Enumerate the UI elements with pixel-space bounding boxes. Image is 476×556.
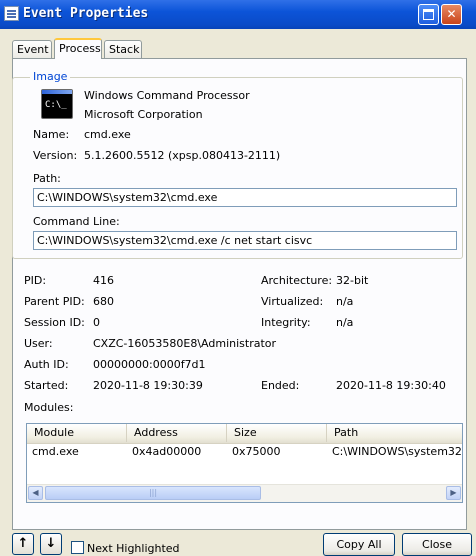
pid-value: 416 [93,274,114,287]
next-highlighted-checkbox[interactable] [71,541,84,554]
version-label: Version: [33,149,78,162]
session-id-value: 0 [93,316,100,329]
title-bar: Event Properties ✕ [0,0,476,29]
size-cell: 0x75000 [232,445,281,458]
pid-label: PID: [24,274,47,287]
modules-list[interactable]: Module Address Size Path cmd.exe 0x4ad00… [26,423,463,503]
path-field[interactable]: C:\WINDOWS\system32\cmd.exe [33,188,457,207]
started-label: Started: [24,379,69,392]
parent-pid-value: 680 [93,295,114,308]
column-header-path[interactable]: Path [327,424,462,442]
close-window-button[interactable]: ✕ [441,4,462,25]
column-header-size[interactable]: Size [227,424,327,442]
address-cell: 0x4ad00000 [132,445,202,458]
architecture-label: Architecture: [261,274,333,287]
event-window-icon [4,6,19,21]
started-value: 2020-11-8 19:30:39 [93,379,203,392]
tab-process[interactable]: Process [54,38,102,59]
virtualized-label: Virtualized: [261,295,324,308]
command-prompt-icon: C:\_ [41,89,73,119]
scroll-right-icon[interactable]: ▶ [446,486,461,500]
maximize-button[interactable] [418,4,439,25]
user-label: User: [24,337,53,350]
company-name: Microsoft Corporation [84,108,203,121]
scroll-thumb[interactable]: ||| [45,486,261,500]
module-cell: cmd.exe [32,445,79,458]
close-button[interactable]: Close [402,533,472,556]
tab-event[interactable]: Event [12,40,52,58]
integrity-value: n/a [336,316,354,329]
ended-label: Ended: [261,379,300,392]
command-line-label: Command Line: [33,215,120,228]
command-line-field[interactable]: C:\WINDOWS\system32\cmd.exe /c net start… [33,231,457,250]
auth-id-value: 00000000:0000f7d1 [93,358,206,371]
column-header-module[interactable]: Module [27,424,127,442]
path-cell: C:\WINDOWS\system32\cm [332,445,462,458]
path-label: Path: [33,172,61,185]
parent-pid-label: Parent PID: [24,295,85,308]
scroll-left-icon[interactable]: ◀ [28,486,43,500]
name-label: Name: [33,128,70,141]
modules-list-header: Module Address Size Path [27,424,462,444]
window-title: Event Properties [23,6,149,21]
version-value: 5.1.2600.5512 (xpsp.080413-2111) [84,149,281,162]
architecture-value: 32-bit [336,274,369,287]
tab-stack[interactable]: Stack [104,40,142,58]
virtualized-value: n/a [336,295,354,308]
user-value: CXZC-16053580E8\Administrator [93,337,277,350]
image-group-label: Image [30,70,71,83]
next-highlighted-label: Next Highlighted [87,542,180,555]
integrity-label: Integrity: [261,316,311,329]
horizontal-scrollbar[interactable]: ◀ ||| ▶ [27,484,462,502]
column-header-address[interactable]: Address [127,424,227,442]
modules-label: Modules: [24,401,74,414]
auth-id-label: Auth ID: [24,358,69,371]
copy-all-button[interactable]: Copy All [323,533,395,556]
product-name: Windows Command Processor [84,89,250,102]
ended-value: 2020-11-8 19:30:40 [336,379,446,392]
name-value: cmd.exe [84,128,131,141]
session-id-label: Session ID: [24,316,85,329]
